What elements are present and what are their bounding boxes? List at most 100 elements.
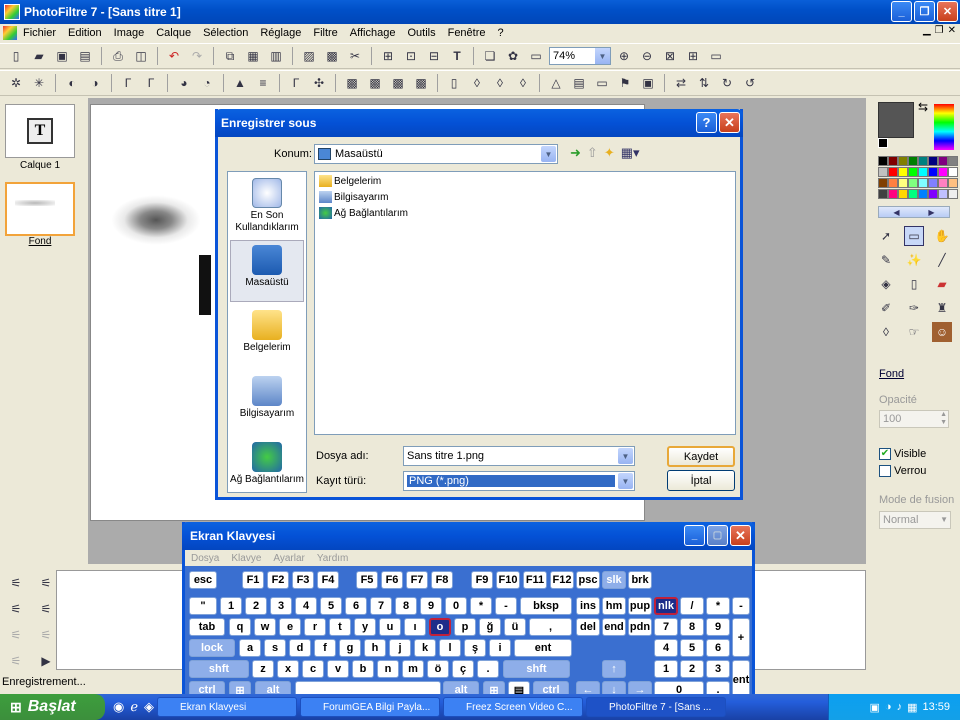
palette-swatch[interactable] xyxy=(948,156,958,166)
kbd-close-button[interactable]: ✕ xyxy=(730,525,751,546)
key-x[interactable]: x xyxy=(277,660,299,678)
eyedropper-icon[interactable]: ✎ xyxy=(876,250,896,270)
media-icon[interactable]: ◈ xyxy=(144,699,154,715)
key-F4[interactable]: F4 xyxy=(317,571,339,589)
key-y[interactable]: y xyxy=(354,618,376,636)
key-j[interactable]: j xyxy=(389,639,411,657)
key-3[interactable]: 3 xyxy=(270,597,292,615)
key-,[interactable]: , xyxy=(529,618,572,636)
kbd-minimize-button[interactable]: _ xyxy=(684,525,705,546)
palette-swatch[interactable] xyxy=(928,167,938,177)
key-ı[interactable]: ı xyxy=(404,618,426,636)
menu-edition[interactable]: Edition xyxy=(62,27,108,39)
doc-close-button[interactable]: ✕ xyxy=(948,25,956,36)
palette-swatch[interactable] xyxy=(898,189,908,199)
palette-swatch[interactable] xyxy=(908,167,918,177)
paste-icon[interactable]: ▦ xyxy=(243,46,263,66)
image2-icon[interactable]: ▣ xyxy=(638,73,658,93)
palette-scroll[interactable]: ◀ ▶ xyxy=(878,206,950,218)
levels-icon[interactable]: ▲ xyxy=(230,73,250,93)
palette-swatch[interactable] xyxy=(878,178,888,188)
key-q[interactable]: q xyxy=(229,618,251,636)
crop-icon[interactable]: ▥ xyxy=(266,46,286,66)
key-k[interactable]: k xyxy=(414,639,436,657)
key-t[interactable]: t xyxy=(329,618,351,636)
sepia-icon[interactable]: ▩ xyxy=(365,73,385,93)
key-psc[interactable]: psc xyxy=(576,571,600,589)
auto-levels-icon[interactable]: Γ xyxy=(286,73,306,93)
fill-icon[interactable]: ▨ xyxy=(299,46,319,66)
key-ş[interactable]: ş xyxy=(464,639,486,657)
palette-swatch[interactable] xyxy=(938,178,948,188)
menu-help[interactable]: ? xyxy=(492,27,510,39)
lock-checkbox[interactable]: Verrou xyxy=(879,465,926,477)
key-s[interactable]: s xyxy=(264,639,286,657)
flip-v-icon[interactable]: ⇅ xyxy=(694,73,714,93)
file-list[interactable]: Belgelerim Bilgisayarım Ağ Bağlantılarım xyxy=(314,171,736,435)
palette-swatch[interactable] xyxy=(948,167,958,177)
start-button[interactable]: ⊞ Başlat xyxy=(0,694,105,720)
blur-drop-icon[interactable]: ◊ xyxy=(876,322,896,342)
menu-affichage[interactable]: Affichage xyxy=(344,27,402,39)
print-icon[interactable]: ⎙ xyxy=(108,46,128,66)
key-5[interactable]: 5 xyxy=(320,597,342,615)
palette-swatch[interactable] xyxy=(918,189,928,199)
settings-icon[interactable]: ▭ xyxy=(526,46,546,66)
palette-swatch[interactable] xyxy=(888,178,898,188)
drop3-icon[interactable]: ◊ xyxy=(513,73,533,93)
key-"[interactable]: " xyxy=(189,597,217,615)
key-2[interactable]: 2 xyxy=(680,660,704,678)
palette-swatch[interactable] xyxy=(898,167,908,177)
tray-icon[interactable]: ▦ xyxy=(907,701,917,714)
palette-swatch[interactable] xyxy=(878,189,888,199)
tray-icon[interactable]: ▣ xyxy=(870,701,880,714)
gamma2-icon[interactable]: Γ xyxy=(141,73,161,93)
magic-icon[interactable]: ✲ xyxy=(6,73,26,93)
pointer-icon[interactable]: ➚ xyxy=(876,226,896,246)
new-icon[interactable]: ▯ xyxy=(6,46,26,66)
place-documents[interactable]: Belgelerim xyxy=(230,310,304,354)
place-computer[interactable]: Bilgisayarım xyxy=(230,376,304,420)
magic2-icon[interactable]: ✳ xyxy=(29,73,49,93)
palette-swatch[interactable] xyxy=(918,156,928,166)
key-F3[interactable]: F3 xyxy=(292,571,314,589)
key--[interactable]: - xyxy=(495,597,517,615)
key-m[interactable]: m xyxy=(402,660,424,678)
key-i[interactable]: i xyxy=(489,639,511,657)
menu-fenetre[interactable]: Fenêtre xyxy=(442,27,492,39)
key-5[interactable]: 5 xyxy=(680,639,704,657)
clone-icon[interactable]: ☺ xyxy=(932,322,952,342)
scan-icon[interactable]: ◫ xyxy=(131,46,151,66)
task-forum[interactable]: ForumGEA Bilgi Payla... xyxy=(300,697,441,717)
palette-swatch[interactable] xyxy=(938,189,948,199)
key-brk[interactable]: brk xyxy=(628,571,652,589)
contrast-icon[interactable]: ◐ xyxy=(62,73,82,93)
key-n[interactable]: n xyxy=(377,660,399,678)
menu-selection[interactable]: Sélection xyxy=(197,27,254,39)
line-icon[interactable]: ╱ xyxy=(932,250,952,270)
menu-fichier[interactable]: Fichier xyxy=(17,27,62,39)
key-+[interactable]: + xyxy=(732,618,750,657)
key-F9[interactable]: F9 xyxy=(471,571,493,589)
palette-swatch[interactable] xyxy=(928,156,938,166)
play-icon[interactable]: ▶ xyxy=(36,651,56,671)
palette-swatch[interactable] xyxy=(878,156,888,166)
layer-tool-3-icon[interactable]: ⚟ xyxy=(6,599,26,619)
task-recorder[interactable]: Freez Screen Video C... xyxy=(443,697,584,717)
brightness-icon[interactable]: ◑ xyxy=(85,73,105,93)
key-F8[interactable]: F8 xyxy=(431,571,453,589)
key-e[interactable]: e xyxy=(279,618,301,636)
chrome-icon[interactable]: ◉ xyxy=(113,699,124,715)
kbd-menu-dosya[interactable]: Dosya xyxy=(185,553,225,564)
drop2-icon[interactable]: ◊ xyxy=(490,73,510,93)
zoom-in-icon[interactable]: ⊕ xyxy=(614,46,634,66)
palette-swatch[interactable] xyxy=(888,167,898,177)
key-r[interactable]: r xyxy=(304,618,326,636)
negative-icon[interactable]: ▩ xyxy=(388,73,408,93)
open-icon[interactable]: ▰ xyxy=(29,46,49,66)
key-ö[interactable]: ö xyxy=(427,660,449,678)
key-3[interactable]: 3 xyxy=(706,660,730,678)
rotate2-icon[interactable]: ↺ xyxy=(740,73,760,93)
key-8[interactable]: 8 xyxy=(395,597,417,615)
kbd-menu-klavye[interactable]: Klavye xyxy=(225,553,267,564)
